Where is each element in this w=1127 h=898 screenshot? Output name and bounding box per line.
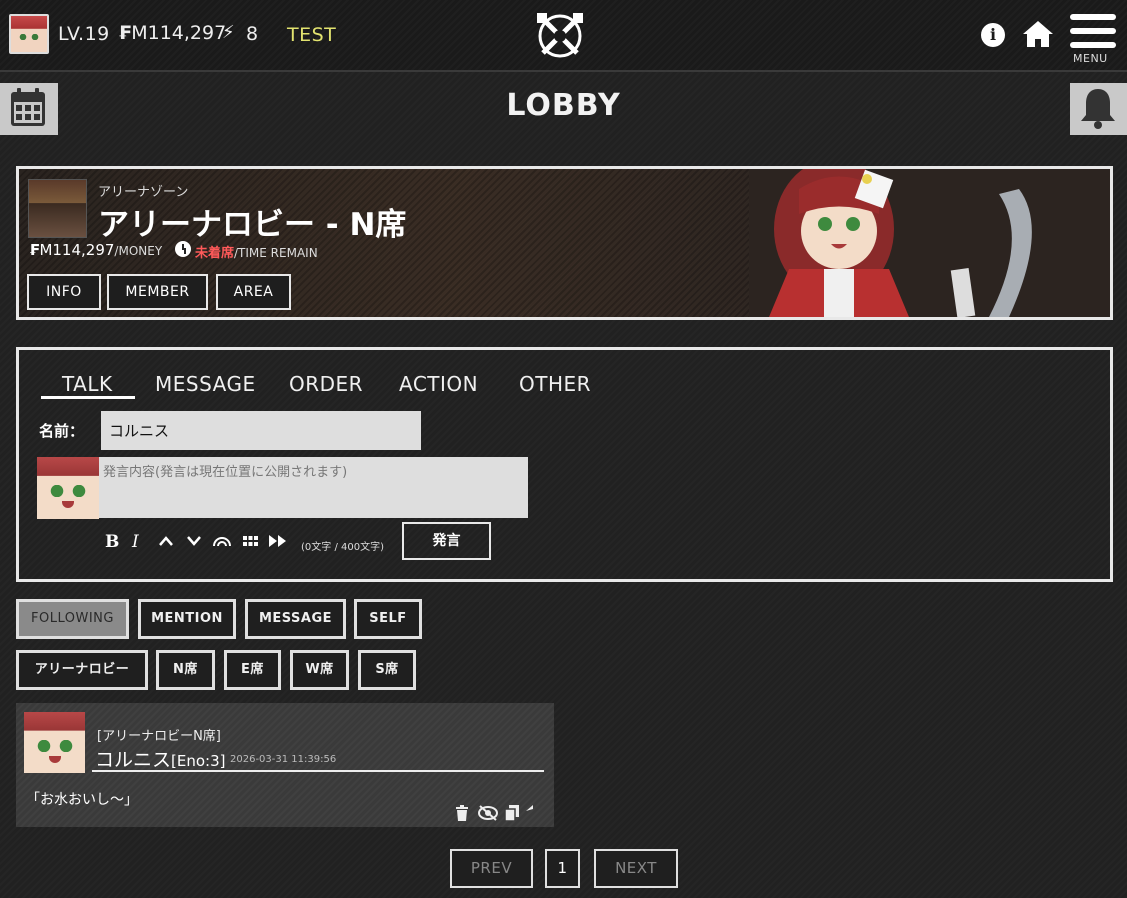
post-body: 「お水おいし～」 <box>26 792 138 808</box>
caret-down-icon[interactable] <box>187 536 201 546</box>
clock-icon <box>175 241 191 257</box>
filter-self[interactable]: SELF <box>354 599 422 639</box>
area-money: ₣M114,297/MONEY <box>29 241 163 259</box>
top-bar: LV.19 ₣M114,297 ⚡ 8 TEST i MENU <box>0 0 1127 72</box>
site-logo-icon[interactable] <box>535 11 585 61</box>
prev-button[interactable]: PREV <box>450 849 533 888</box>
grid-icon[interactable] <box>243 536 258 546</box>
filter-following[interactable]: FOLLOWING <box>16 599 129 639</box>
filter-mention[interactable]: MENTION <box>138 599 236 639</box>
next-button[interactable]: NEXT <box>594 849 678 888</box>
name-input[interactable] <box>101 411 421 450</box>
tab-action[interactable]: ACTION <box>399 372 478 396</box>
bold-icon[interactable]: B <box>105 532 119 552</box>
member-button[interactable]: MEMBER <box>107 274 208 310</box>
menu-icon[interactable] <box>1070 14 1116 54</box>
post-avatar[interactable] <box>24 712 85 773</box>
char-count: (0文字 / 400文字) <box>301 542 384 553</box>
test-label: TEST <box>287 24 337 46</box>
area-subtitle: アリーナゾーン <box>98 185 189 200</box>
area-banner: アリーナゾーン アリーナロビー - N席 ₣M114,297/MONEY 未着席… <box>16 166 1113 320</box>
filter-message[interactable]: MESSAGE <box>245 599 346 639</box>
filter-arena-lobby[interactable]: アリーナロビー <box>16 650 148 690</box>
post-location: [アリーナロビーN席] <box>97 729 221 744</box>
fast-forward-icon[interactable] <box>269 535 287 547</box>
currency-icon: ₣ <box>29 241 40 259</box>
info-button[interactable]: INFO <box>27 274 101 310</box>
area-name: アリーナロビー - N席 <box>98 207 407 243</box>
post-author[interactable]: コルニス[Eno:3] <box>95 745 225 772</box>
active-tab-indicator <box>41 396 135 399</box>
post-actions <box>454 805 546 823</box>
filter-e-seat[interactable]: E席 <box>224 650 281 690</box>
italic-icon[interactable]: I <box>132 532 139 552</box>
money-display: ₣M114,297 <box>118 22 227 44</box>
filter-n-seat[interactable]: N席 <box>156 650 215 690</box>
name-label: 名前： <box>39 422 85 440</box>
caret-up-icon[interactable] <box>159 536 173 546</box>
post-divider <box>92 770 544 772</box>
tab-other[interactable]: OTHER <box>519 372 591 396</box>
page-number-button[interactable]: 1 <box>545 849 580 888</box>
copy-icon[interactable] <box>504 805 520 821</box>
notification-button[interactable] <box>1070 83 1127 135</box>
tab-order[interactable]: ORDER <box>289 372 363 396</box>
user-avatar[interactable] <box>9 14 49 54</box>
post-eno: [Eno:3] <box>171 752 226 770</box>
bolt-count: 8 <box>246 23 259 45</box>
filter-s-seat[interactable]: S席 <box>358 650 416 690</box>
time-remain: 未着席/TIME REMAIN <box>195 246 318 261</box>
area-button[interactable]: AREA <box>216 274 291 310</box>
speaker-avatar[interactable] <box>37 457 99 519</box>
currency-icon: ₣ <box>118 22 132 44</box>
trash-icon[interactable] <box>454 805 470 821</box>
bolt-icon: ⚡ <box>222 22 235 43</box>
filter-w-seat[interactable]: W席 <box>290 650 349 690</box>
character-art <box>749 169 1110 317</box>
area-thumbnail <box>28 179 87 238</box>
page-title: LOBBY <box>506 88 621 123</box>
talk-panel: TALK MESSAGE ORDER ACTION OTHER 名前： B I … <box>16 347 1113 582</box>
home-icon[interactable] <box>1022 20 1054 48</box>
list-item: [アリーナロビーN席] コルニス[Eno:3] 2026-03-31 11:39… <box>16 703 554 827</box>
menu-label: MENU <box>1073 52 1108 65</box>
tab-message[interactable]: MESSAGE <box>155 372 256 396</box>
reply-icon[interactable] <box>526 805 542 821</box>
post-timestamp: 2026-03-31 11:39:56 <box>230 754 337 765</box>
eye-slash-icon[interactable] <box>478 805 498 821</box>
rainbow-icon[interactable] <box>212 534 232 547</box>
send-button[interactable]: 発言 <box>402 522 491 560</box>
message-input[interactable] <box>99 457 528 518</box>
bell-icon <box>1081 89 1115 129</box>
info-icon[interactable]: i <box>981 23 1005 47</box>
tab-talk[interactable]: TALK <box>62 372 113 396</box>
level-text: LV.19 <box>58 23 110 45</box>
